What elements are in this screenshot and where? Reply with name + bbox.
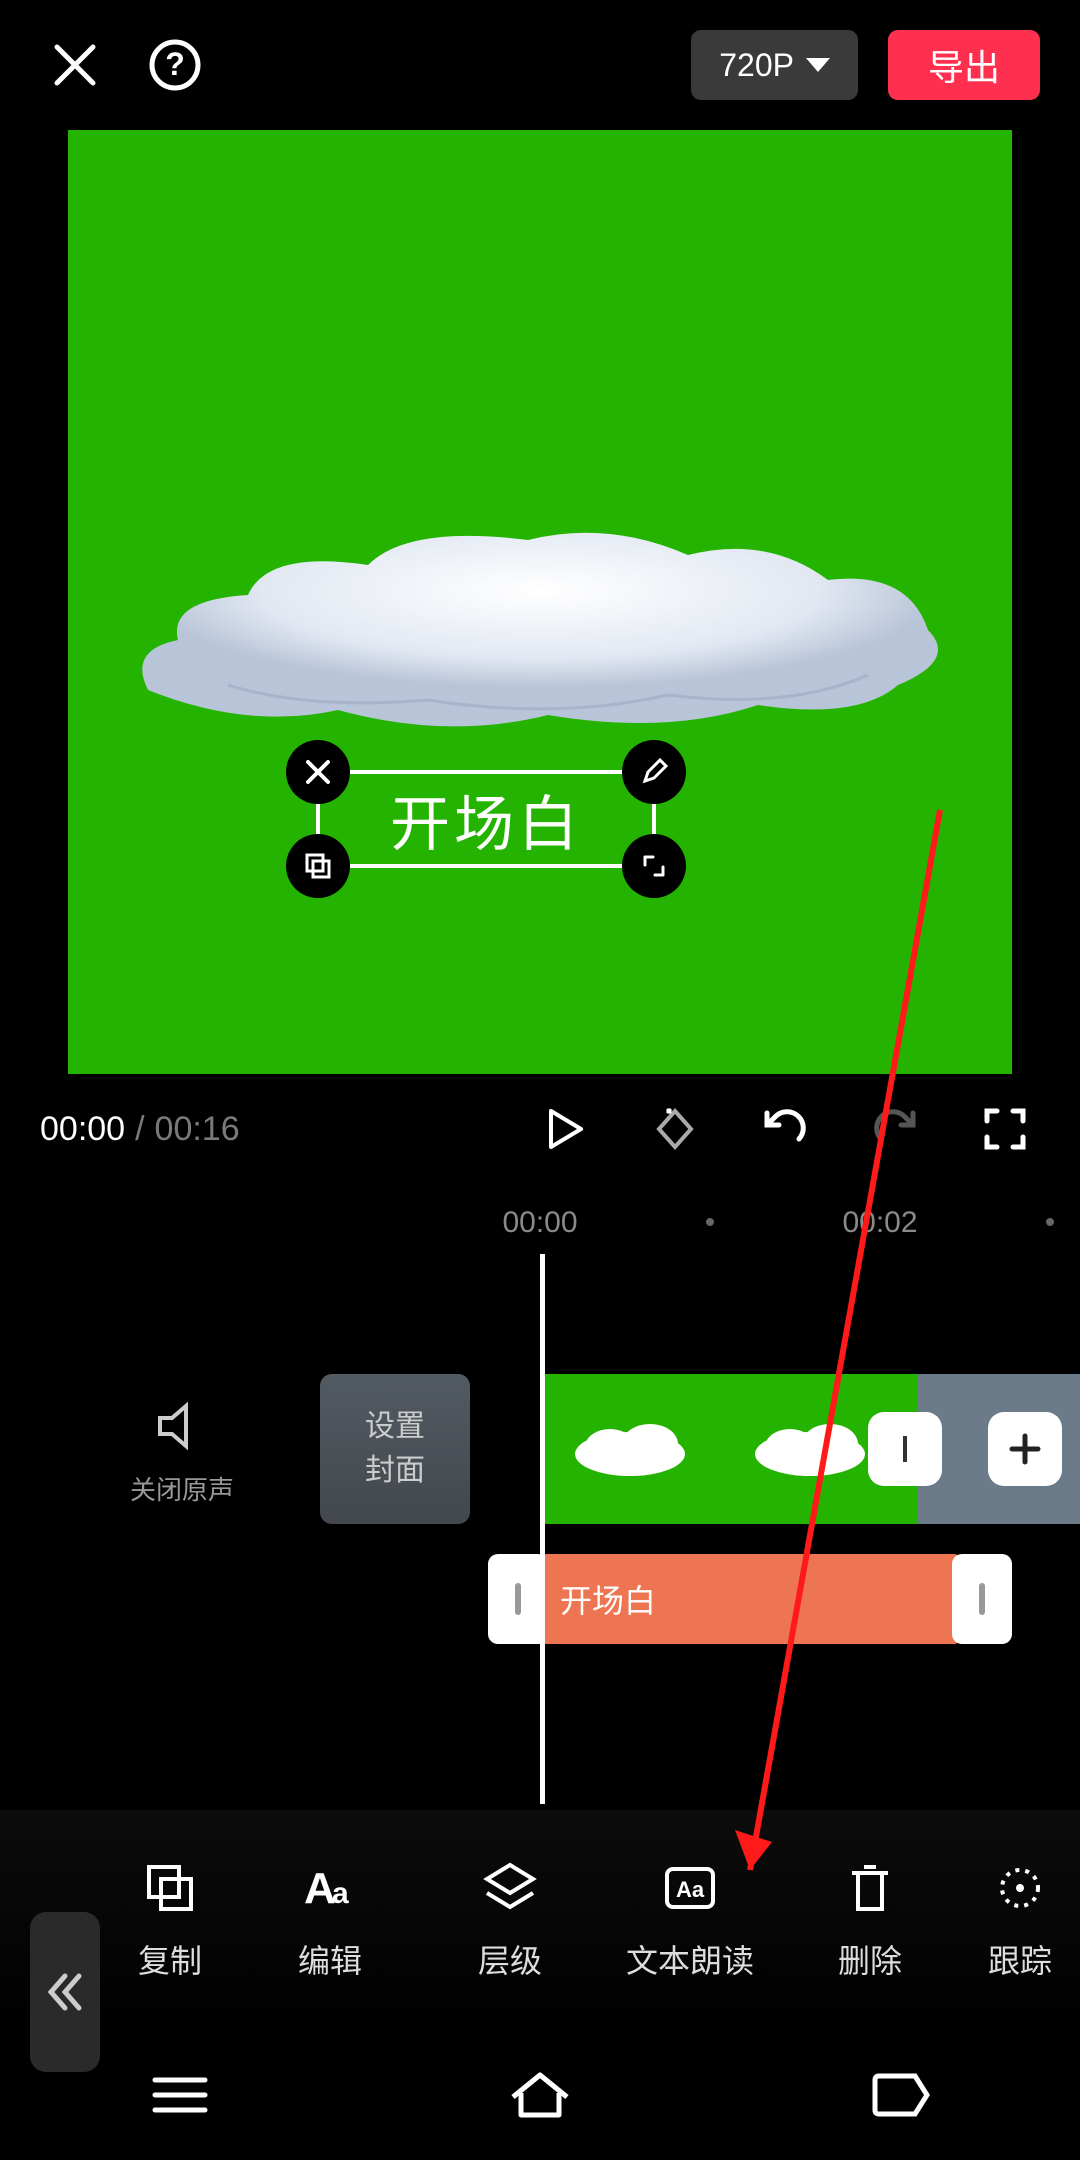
text-clip-handle-right[interactable] <box>952 1554 1012 1644</box>
close-icon <box>51 41 99 89</box>
svg-text:Aa: Aa <box>676 1877 705 1902</box>
svg-text:?: ? <box>165 46 185 82</box>
play-button[interactable] <box>530 1107 600 1151</box>
cloud-icon <box>570 1419 690 1479</box>
home-icon <box>507 2069 573 2121</box>
tool-label: 跟踪 <box>988 1936 1052 1982</box>
undo-icon <box>761 1105 809 1153</box>
text-edit-icon: Aa <box>300 1861 360 1915</box>
fullscreen-button[interactable] <box>970 1107 1040 1151</box>
close-button[interactable] <box>40 30 110 100</box>
help-icon: ? <box>149 39 201 91</box>
system-navigation-bar <box>0 2030 1080 2160</box>
cloud-icon <box>750 1419 870 1479</box>
video-preview[interactable]: 开场白 <box>68 130 1012 1074</box>
trash-icon <box>844 1859 896 1917</box>
mute-label: 关闭原声 <box>130 1470 234 1507</box>
svg-text:a: a <box>332 1877 349 1910</box>
undo-button[interactable] <box>750 1105 820 1153</box>
redo-icon <box>871 1105 919 1153</box>
resize-icon <box>639 851 669 881</box>
tool-edit[interactable]: Aa 编辑 <box>240 1858 420 1982</box>
transition-icon <box>888 1432 922 1466</box>
fullscreen-icon <box>983 1107 1027 1151</box>
set-cover-button[interactable]: 设置 封面 <box>320 1374 470 1524</box>
copy-icon <box>143 1861 197 1915</box>
current-time: 00:00 <box>40 1110 125 1149</box>
resize-text-handle[interactable] <box>622 834 686 898</box>
text-element-selection[interactable]: 开场白 <box>316 770 656 868</box>
tool-text-to-speech[interactable]: Aa 文本朗读 <box>600 1858 780 1982</box>
tool-delete[interactable]: 删除 <box>780 1858 960 1982</box>
bottom-toolbar: 复制 Aa 编辑 层级 Aa 文本朗读 删除 跟踪 <box>0 1810 1080 2030</box>
tool-label: 删除 <box>838 1936 902 1982</box>
layers-icon <box>481 1859 539 1917</box>
close-icon <box>304 758 332 786</box>
text-element-content: 开场白 <box>390 776 582 863</box>
plus-icon <box>1006 1430 1044 1468</box>
target-icon <box>991 1859 1049 1917</box>
tool-label: 复制 <box>138 1936 202 1982</box>
menu-icon <box>149 2072 211 2118</box>
tool-copy[interactable]: 复制 <box>100 1858 240 1982</box>
timeline-ruler[interactable]: 00:00 00:02 <box>0 1184 1080 1254</box>
home-button[interactable] <box>440 2069 640 2121</box>
edit-text-handle[interactable] <box>622 740 686 804</box>
resolution-label: 720P <box>719 47 794 84</box>
edit-icon <box>640 758 668 786</box>
help-button[interactable]: ? <box>140 30 210 100</box>
time-separator: / <box>135 1110 144 1149</box>
text-clip-label: 开场白 <box>560 1576 656 1622</box>
back-icon <box>867 2070 933 2120</box>
tool-label: 文本朗读 <box>626 1936 754 1982</box>
redo-button[interactable] <box>860 1105 930 1153</box>
speaker-icon <box>154 1398 210 1454</box>
copy-text-handle[interactable] <box>286 834 350 898</box>
export-button[interactable]: 导出 <box>888 30 1040 100</box>
ruler-tick-1: 00:02 <box>842 1206 917 1240</box>
timeline-tracks[interactable]: 关闭原声 设置 封面 开场白 <box>0 1254 1080 1804</box>
recent-apps-button[interactable] <box>80 2072 280 2118</box>
tool-label: 编辑 <box>298 1936 362 1982</box>
tool-track[interactable]: 跟踪 <box>960 1858 1080 1982</box>
tool-layer[interactable]: 层级 <box>420 1858 600 1982</box>
total-time: 00:16 <box>155 1110 240 1149</box>
playhead[interactable] <box>540 1254 545 1804</box>
cloud-overlay <box>108 510 958 750</box>
chevron-down-icon <box>806 58 830 72</box>
tool-label: 层级 <box>478 1936 542 1982</box>
mute-original-audio[interactable]: 关闭原声 <box>130 1396 234 1507</box>
add-clip-button[interactable] <box>988 1412 1062 1486</box>
cover-label-2: 封面 <box>365 1449 425 1493</box>
delete-text-handle[interactable] <box>286 740 350 804</box>
ruler-dot <box>706 1218 714 1226</box>
back-button[interactable] <box>800 2070 1000 2120</box>
resolution-dropdown[interactable]: 720P <box>691 30 858 100</box>
text-clip-handle-left[interactable] <box>488 1554 548 1644</box>
tts-icon: Aa <box>661 1859 719 1917</box>
cover-label-1: 设置 <box>365 1405 425 1449</box>
export-label: 导出 <box>928 39 1000 91</box>
play-icon <box>543 1107 587 1151</box>
keyframe-icon <box>651 1105 699 1153</box>
copy-icon <box>303 851 333 881</box>
transition-button-1[interactable] <box>868 1412 942 1486</box>
ruler-tick-0: 00:00 <box>502 1206 577 1240</box>
keyframe-button[interactable] <box>640 1105 710 1153</box>
chevron-left-double-icon <box>43 1970 87 2014</box>
text-clip[interactable]: 开场白 <box>540 1554 960 1644</box>
svg-text:A: A <box>304 1864 336 1913</box>
ruler-dot <box>1046 1218 1054 1226</box>
